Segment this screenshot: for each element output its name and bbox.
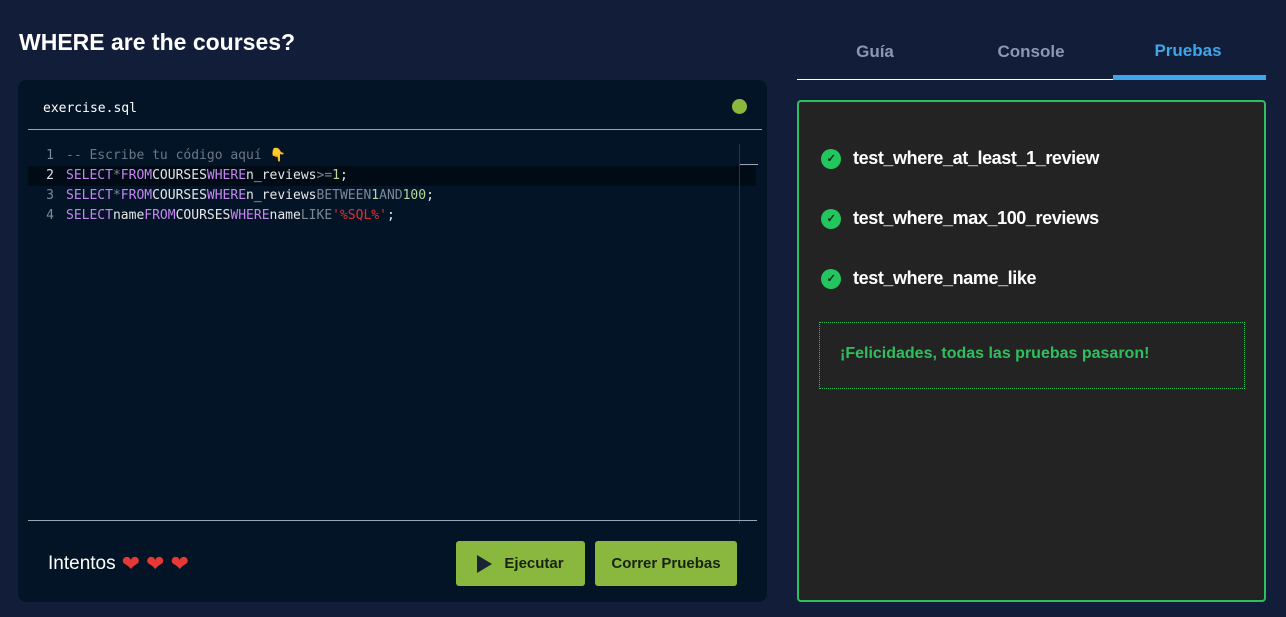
divider (28, 520, 757, 521)
test-item: ✓ test_where_at_least_1_review (821, 148, 1099, 169)
code-line[interactable]: 3 SELECT * FROM COURSES WHERE n_reviews B… (28, 186, 756, 206)
run-label: Ejecutar (504, 555, 564, 572)
run-button[interactable]: Ejecutar (456, 541, 585, 586)
heart-icon: ❤ (146, 551, 165, 576)
divider (28, 129, 762, 130)
tab-pruebas[interactable]: Pruebas (1110, 41, 1266, 61)
heart-icon: ❤ (170, 551, 189, 576)
test-name: test_where_max_100_reviews (853, 208, 1099, 228)
check-circle-icon: ✓ (821, 268, 841, 289)
code-area[interactable]: 1 -- Escribe tu código aquí 👇 2 SELECT * F… (28, 146, 756, 226)
line-number: 1 (46, 148, 54, 163)
check-circle-icon: ✓ (821, 148, 841, 169)
line-number: 3 (46, 188, 54, 203)
attempts: Intentos ❤ ❤ ❤ (48, 553, 189, 575)
code-line[interactable]: 2 SELECT * FROM COURSES WHERE n_reviews >… (28, 166, 756, 186)
tests-panel: ✓ test_where_at_least_1_review ✓ test_wher… (797, 100, 1266, 602)
page-title: WHERE are the courses? (19, 29, 296, 55)
tab-bar: Guía Console Pruebas (797, 20, 1266, 80)
play-icon (477, 554, 493, 573)
tab-guia[interactable]: Guía (797, 42, 953, 62)
tab-console[interactable]: Console (953, 42, 1109, 62)
attempts-label: Intentos (48, 553, 116, 574)
active-tab-indicator (1113, 75, 1266, 80)
test-item: ✓ test_where_max_100_reviews (821, 208, 1099, 229)
test-item: ✓ test_where_name_like (821, 268, 1037, 289)
editor-scrollbar[interactable] (739, 144, 758, 524)
heart-icon: ❤ (121, 551, 141, 576)
test-name: test_where_name_like (853, 268, 1037, 288)
code-line[interactable]: 1 -- Escribe tu código aquí 👇 (28, 146, 756, 166)
line-number: 4 (46, 208, 54, 223)
code-line[interactable]: 4 SELECT name FROM COURSES WHERE name LIK… (28, 206, 756, 226)
run-tests-button[interactable]: Correr Pruebas (595, 541, 737, 586)
code-comment: -- Escribe tu código aquí 👇 (66, 148, 286, 163)
code-editor-panel: exercise.sql 1 -- Escribe tu código aquí … (18, 80, 767, 602)
test-name: test_where_at_least_1_review (853, 148, 1099, 168)
success-message: ¡Felicidades, todas las pruebas pasaron! (819, 322, 1245, 389)
line-number: 2 (46, 168, 54, 183)
file-name: exercise.sql (43, 101, 137, 116)
check-circle-icon: ✓ (821, 208, 841, 229)
status-dot (732, 99, 747, 114)
